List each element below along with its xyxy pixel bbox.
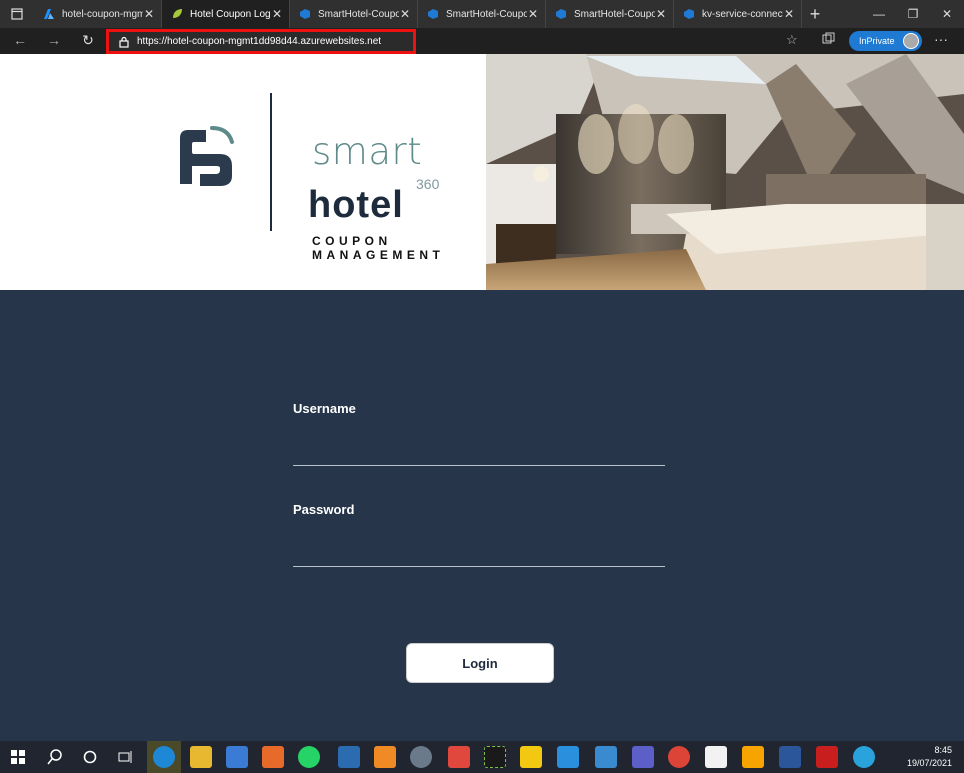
address-bar[interactable]: https://hotel-coupon-mgmt1dd98d44.azurew… <box>106 29 416 54</box>
smarthotel-logo-icon <box>180 126 234 186</box>
inprivate-badge[interactable]: InPrivate <box>849 31 922 51</box>
close-icon[interactable]: ✕ <box>143 7 155 21</box>
tab-title: SmartHotel-Coupon <box>574 8 655 20</box>
tab-hotel-coupon-login[interactable]: Hotel Coupon Login ✕ <box>162 0 290 28</box>
chrome-icon[interactable] <box>668 746 690 768</box>
close-icon[interactable]: ✕ <box>527 7 539 21</box>
devops-icon <box>684 9 694 19</box>
close-icon[interactable]: ✕ <box>271 7 283 21</box>
hotel-room-photo <box>486 54 964 290</box>
brand-smart: smart <box>312 130 423 173</box>
power-bi-icon[interactable] <box>520 746 542 768</box>
close-icon[interactable]: ✕ <box>399 7 411 21</box>
close-window-icon[interactable]: ✕ <box>930 0 964 28</box>
password-input[interactable] <box>293 543 665 567</box>
tab-title: hotel-coupon-mgmt <box>62 8 143 20</box>
file-explorer-icon[interactable] <box>190 746 212 768</box>
whatsapp-icon[interactable] <box>298 746 320 768</box>
vmware-icon[interactable] <box>338 746 360 768</box>
teams-icon[interactable] <box>632 746 654 768</box>
devops-icon <box>300 9 310 19</box>
restore-icon[interactable]: ❐ <box>896 0 930 28</box>
taskbar-clock[interactable]: 8:45 19/07/2021 <box>907 744 952 770</box>
tab-kv-service-connection[interactable]: kv-service-connecti ✕ <box>674 0 802 28</box>
tab-title: kv-service-connecti <box>702 8 783 20</box>
close-icon[interactable]: ✕ <box>783 7 795 21</box>
collections-icon[interactable] <box>822 32 835 45</box>
search-icon[interactable] <box>47 749 63 765</box>
username-label: Username <box>293 401 356 416</box>
task-view-icon[interactable] <box>117 750 133 764</box>
tab-actions-icon <box>11 8 23 20</box>
leaf-icon <box>173 9 182 18</box>
brand-management-line: MANAGEMENT <box>312 248 445 262</box>
typora-icon[interactable] <box>705 746 727 768</box>
brand-divider <box>270 93 272 231</box>
tab-title: SmartHotel-Coupon <box>318 8 399 20</box>
edge-icon[interactable] <box>153 746 175 768</box>
cortana-icon[interactable] <box>83 750 97 764</box>
brand-hotel: hotel <box>308 184 404 226</box>
word-icon[interactable] <box>779 746 801 768</box>
media-player-icon[interactable] <box>262 746 284 768</box>
clock-date: 19/07/2021 <box>906 758 952 768</box>
brand-coupon-management: COUPON MANAGEMENT <box>312 234 444 262</box>
tab-smarthotel-coupon-1[interactable]: SmartHotel-Coupon ✕ <box>290 0 418 28</box>
clock-time: 8:45 <box>934 745 952 755</box>
tab-bar: hotel-coupon-mgmt ✕ Hotel Coupon Login ✕… <box>0 0 964 28</box>
git-icon[interactable] <box>448 746 470 768</box>
minimize-icon[interactable]: — <box>862 0 896 28</box>
close-icon[interactable]: ✕ <box>655 7 667 21</box>
avatar <box>903 33 919 49</box>
snipping-tool-icon[interactable] <box>595 746 617 768</box>
inprivate-label: InPrivate <box>859 36 895 46</box>
windows-taskbar: 8:45 19/07/2021 <box>0 741 964 773</box>
forward-arrow-icon[interactable]: → <box>44 32 64 50</box>
tab-title: Hotel Coupon Login <box>190 8 271 20</box>
paint-icon[interactable] <box>410 746 432 768</box>
password-label: Password <box>293 502 355 517</box>
more-icon[interactable]: ··· <box>934 31 948 47</box>
outlook-icon[interactable] <box>742 746 764 768</box>
devops-icon <box>556 9 566 19</box>
tab-smarthotel-coupon-3[interactable]: SmartHotel-Coupon ✕ <box>546 0 674 28</box>
tab-title: SmartHotel-Coupon <box>446 8 527 20</box>
devops-icon <box>428 9 438 19</box>
browser-window: hotel-coupon-mgmt ✕ Hotel Coupon Login ✕… <box>0 0 964 773</box>
tab-smarthotel-coupon-2[interactable]: SmartHotel-Coupon ✕ <box>418 0 546 28</box>
window-controls: — ❐ ✕ <box>862 0 964 28</box>
login-button[interactable]: Login <box>406 643 554 683</box>
lock-icon <box>119 36 129 48</box>
refresh-icon[interactable]: ↻ <box>78 32 98 50</box>
bag-icon[interactable] <box>374 746 396 768</box>
brand-360: 360 <box>416 176 440 192</box>
telegram-icon[interactable] <box>853 746 875 768</box>
new-tab-button[interactable]: + <box>802 0 828 28</box>
back-arrow-icon[interactable]: ← <box>10 32 30 50</box>
azure-icon <box>44 9 54 19</box>
vscode-icon[interactable] <box>557 746 579 768</box>
url-text: https://hotel-coupon-mgmt1dd98d44.azurew… <box>137 36 382 47</box>
favorite-star-icon[interactable]: ☆ <box>786 32 798 48</box>
windows-start-icon[interactable] <box>11 750 25 764</box>
brand-coupon-line: COUPON <box>312 234 392 248</box>
acrobat-icon[interactable] <box>816 746 838 768</box>
snip-icon[interactable] <box>484 746 506 768</box>
tab-actions-button[interactable] <box>0 0 34 28</box>
tab-hotel-coupon-mgmt[interactable]: hotel-coupon-mgmt ✕ <box>34 0 162 28</box>
username-input[interactable] <box>293 442 665 466</box>
address-bar-row: ← → ↻ https://hotel-coupon-mgmt1dd98d44.… <box>0 28 964 54</box>
store-icon[interactable] <box>226 746 248 768</box>
